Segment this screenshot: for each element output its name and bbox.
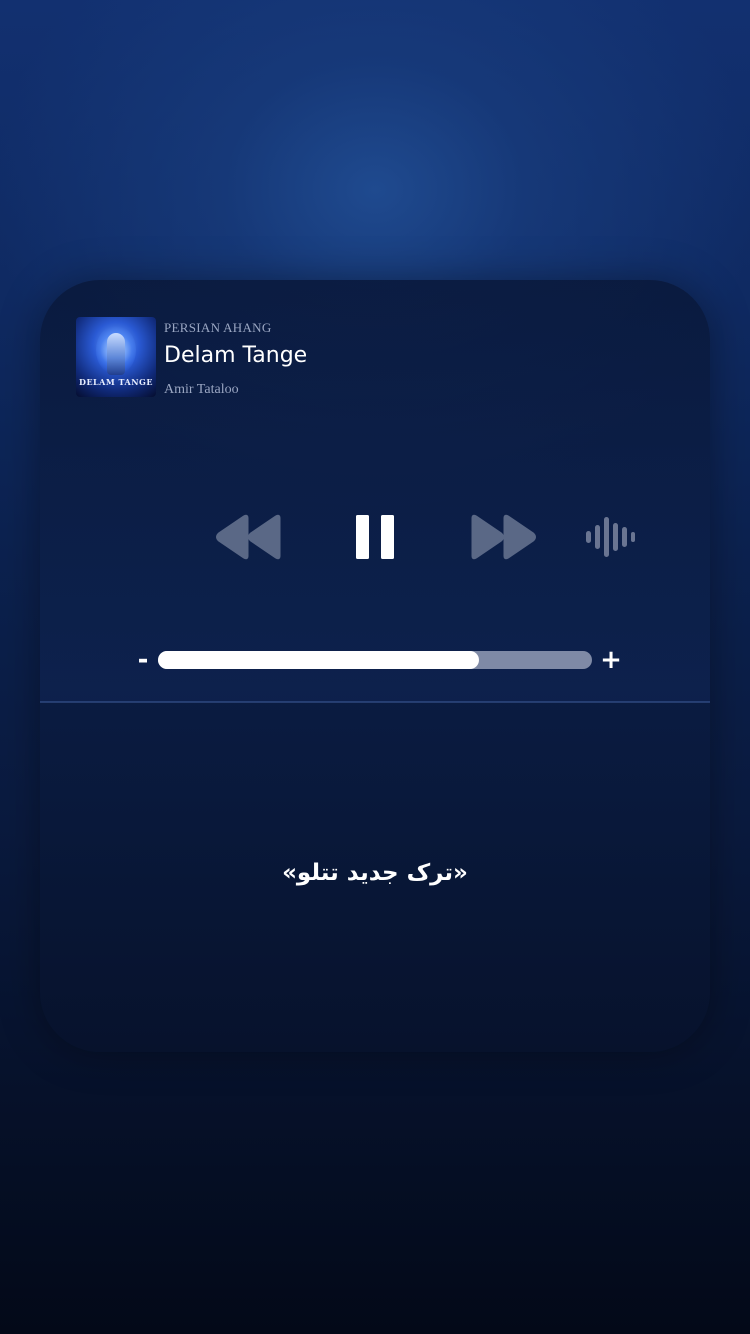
fast-forward-icon — [471, 514, 536, 560]
audio-waveform-button[interactable] — [584, 516, 636, 558]
volume-slider[interactable] — [158, 651, 592, 669]
cover-title-text: DELAM TANGE — [79, 377, 153, 387]
pause-icon — [356, 515, 394, 559]
volume-down-icon[interactable]: - — [132, 645, 154, 675]
album-cover[interactable]: DELAM TANGE — [76, 317, 156, 397]
artist-name: Amir Tataloo — [164, 382, 239, 397]
fast-forward-button[interactable] — [470, 514, 536, 560]
source-label: PERSIAN AHANG — [164, 320, 272, 335]
track-title: Delam Tange — [164, 343, 308, 368]
now-playing-card: DELAM TANGE PERSIAN AHANG Delam Tange Am… — [40, 280, 710, 1052]
audio-waveform-icon — [586, 517, 635, 557]
rewind-icon — [216, 514, 281, 560]
card-divider — [40, 701, 710, 703]
lyric-text: «ترک جدید تتلو» — [282, 860, 468, 886]
cover-figure — [107, 333, 125, 375]
pause-button[interactable] — [354, 513, 396, 561]
volume-fill — [158, 651, 480, 669]
rewind-button[interactable] — [216, 514, 282, 560]
volume-up-icon[interactable]: + — [598, 645, 624, 675]
